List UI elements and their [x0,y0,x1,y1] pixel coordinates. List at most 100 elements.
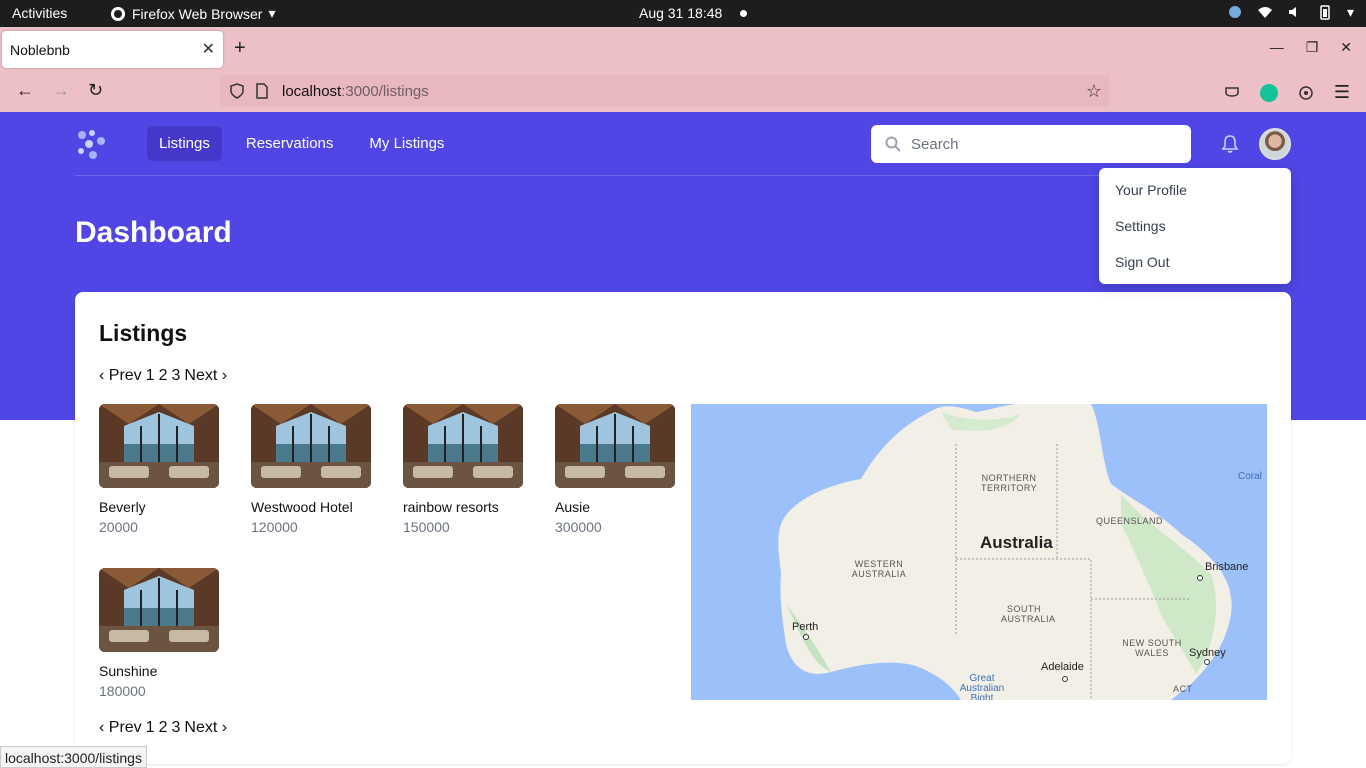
window-controls: — ❐ ✕ [1270,39,1352,56]
listings-card: Listings ‹ Prev 1 2 3 Next › Beverly 200… [75,292,1291,764]
listing-card[interactable]: Sunshine 180000 [99,568,219,699]
app-menu[interactable]: Firefox Web Browser ▾ [110,5,275,22]
shield-icon[interactable] [230,83,244,99]
app-name: Firefox Web Browser [132,5,263,22]
search-input[interactable] [911,133,1171,155]
bell-icon[interactable] [1220,134,1240,154]
tab-title: Noblebnb [10,41,70,58]
close-tab-icon[interactable]: ✕ [202,39,215,59]
listing-price: 300000 [555,519,602,535]
link-status-bar: localhost:3000/listings [0,746,147,768]
nav-listings[interactable]: Listings [147,126,222,161]
listing-card[interactable]: Westwood Hotel 120000 [251,404,371,535]
menu-hamburger-icon[interactable]: ☰ [1334,82,1350,103]
map-label-region: WESTERN AUSTRALIA [851,559,907,579]
menu-item-your-profile[interactable]: Your Profile [1099,174,1291,210]
forward-button[interactable]: → [52,80,70,101]
nav-my-listings[interactable]: My Listings [357,126,456,161]
page-icon [256,83,268,99]
search-icon [885,136,901,152]
listing-name[interactable]: Westwood Hotel [251,499,371,515]
map-label-region: QUEENSLAND [1096,516,1164,526]
pagination-prev[interactable]: ‹ Prev [99,367,142,385]
map-label-water: Great Australian Bight [959,673,1005,701]
pagination-page-1[interactable]: 1 [146,719,155,737]
caret-down-icon: ▾ [1346,4,1354,20]
notification-dot-icon [740,10,747,17]
pagination-page-1[interactable]: 1 [146,367,155,385]
firefox-icon [111,6,125,21]
battery-icon [1320,5,1330,20]
listing-card[interactable]: Beverly 20000 [99,404,219,535]
pagination-next[interactable]: Next › [184,719,227,737]
map-label-region: NORTHERN TERRITORY [981,473,1038,493]
pagination-next[interactable]: Next › [184,367,227,385]
clock[interactable]: Aug 31 18:48 [639,5,722,21]
page-title: Dashboard [75,216,232,249]
listing-price: 120000 [251,519,298,535]
profile-dropdown: Your Profile Settings Sign Out [1099,168,1291,284]
pagination-page-3[interactable]: 3 [171,367,180,385]
menu-item-sign-out[interactable]: Sign Out [1099,246,1291,282]
restore-icon[interactable]: ❐ [1306,39,1319,56]
section-title: Listings [99,320,188,346]
url-bar[interactable]: localhost:3000/listings ☆ [220,75,1110,107]
browser-nav-bar: ← → ↻ localhost:3000/listings ☆ ☰ [0,70,1366,112]
pagination-prev[interactable]: ‹ Prev [99,719,142,737]
pocket-icon[interactable] [1224,85,1240,101]
url-host: localhost [282,82,342,100]
listing-price: 20000 [99,519,138,535]
listing-card[interactable]: Ausie 300000 [555,404,675,535]
map-label-region: NEW SOUTH WALES [1122,638,1182,658]
listing-price: 150000 [403,519,450,535]
listing-name[interactable]: Sunshine [99,663,219,679]
menu-item-settings[interactable]: Settings [1099,210,1291,246]
volume-icon [1288,7,1296,17]
extension-gear-icon[interactable] [1298,85,1314,101]
minimize-icon[interactable]: — [1270,39,1284,56]
system-tray[interactable]: ▾ [1227,4,1354,20]
nav-reservations[interactable]: Reservations [234,126,346,161]
pagination-page-2[interactable]: 2 [159,719,168,737]
listing-image[interactable] [251,404,371,488]
back-button[interactable]: ← [16,80,34,101]
new-tab-button[interactable]: + [234,37,246,60]
wifi-icon [1257,7,1272,18]
url-text: localhost:3000/listings [282,83,429,100]
map-label-city: Adelaide [1041,661,1084,673]
map-label-region: ACT [1173,684,1193,694]
listing-image[interactable] [555,404,675,488]
map-label-region: SOUTH AUSTRALIA [1001,604,1056,624]
bookmark-star-icon[interactable]: ☆ [1086,81,1102,102]
map-label-city: Perth [792,621,819,633]
listing-name[interactable]: rainbow resorts [403,499,523,515]
avatar[interactable] [1259,128,1291,160]
listing-image[interactable] [99,568,219,652]
caret-down-icon: ▾ [268,5,276,21]
os-top-bar: Activities Firefox Web Browser ▾ Aug 31 … [0,0,1366,27]
listing-card[interactable]: rainbow resorts 150000 [403,404,523,535]
browser-tab-bar: Noblebnb ✕ + — ❐ ✕ [0,27,1366,70]
listing-price: 180000 [99,683,146,699]
activities-button[interactable]: Activities [12,5,67,21]
listing-image[interactable] [99,404,219,488]
close-window-icon[interactable]: ✕ [1340,39,1352,56]
listing-name[interactable]: Beverly [99,499,219,515]
map-label-city: Brisbane [1205,561,1249,573]
pagination-page-3[interactable]: 3 [171,719,180,737]
pagination-bottom: ‹ Prev 1 2 3 Next › [99,719,227,737]
extension-icon [1228,6,1241,18]
logo-icon[interactable] [76,129,108,159]
pagination-page-2[interactable]: 2 [159,367,168,385]
map-view[interactable]: Australia NORTHERN TERRITORY QUEENSLAND … [691,404,1267,700]
browser-tab[interactable]: Noblebnb ✕ [2,31,223,68]
reload-button[interactable]: ↻ [88,80,103,101]
listing-name[interactable]: Ausie [555,499,675,515]
listing-image[interactable] [403,404,523,488]
toolbar-extensions: ☰ [1224,82,1350,103]
map-label-country: Australia [980,533,1053,552]
map-label-water: Coral [1238,471,1262,482]
map-label-city: Sydney [1189,647,1226,659]
grammarly-icon[interactable] [1259,83,1278,102]
pagination-top: ‹ Prev 1 2 3 Next › [99,367,227,385]
